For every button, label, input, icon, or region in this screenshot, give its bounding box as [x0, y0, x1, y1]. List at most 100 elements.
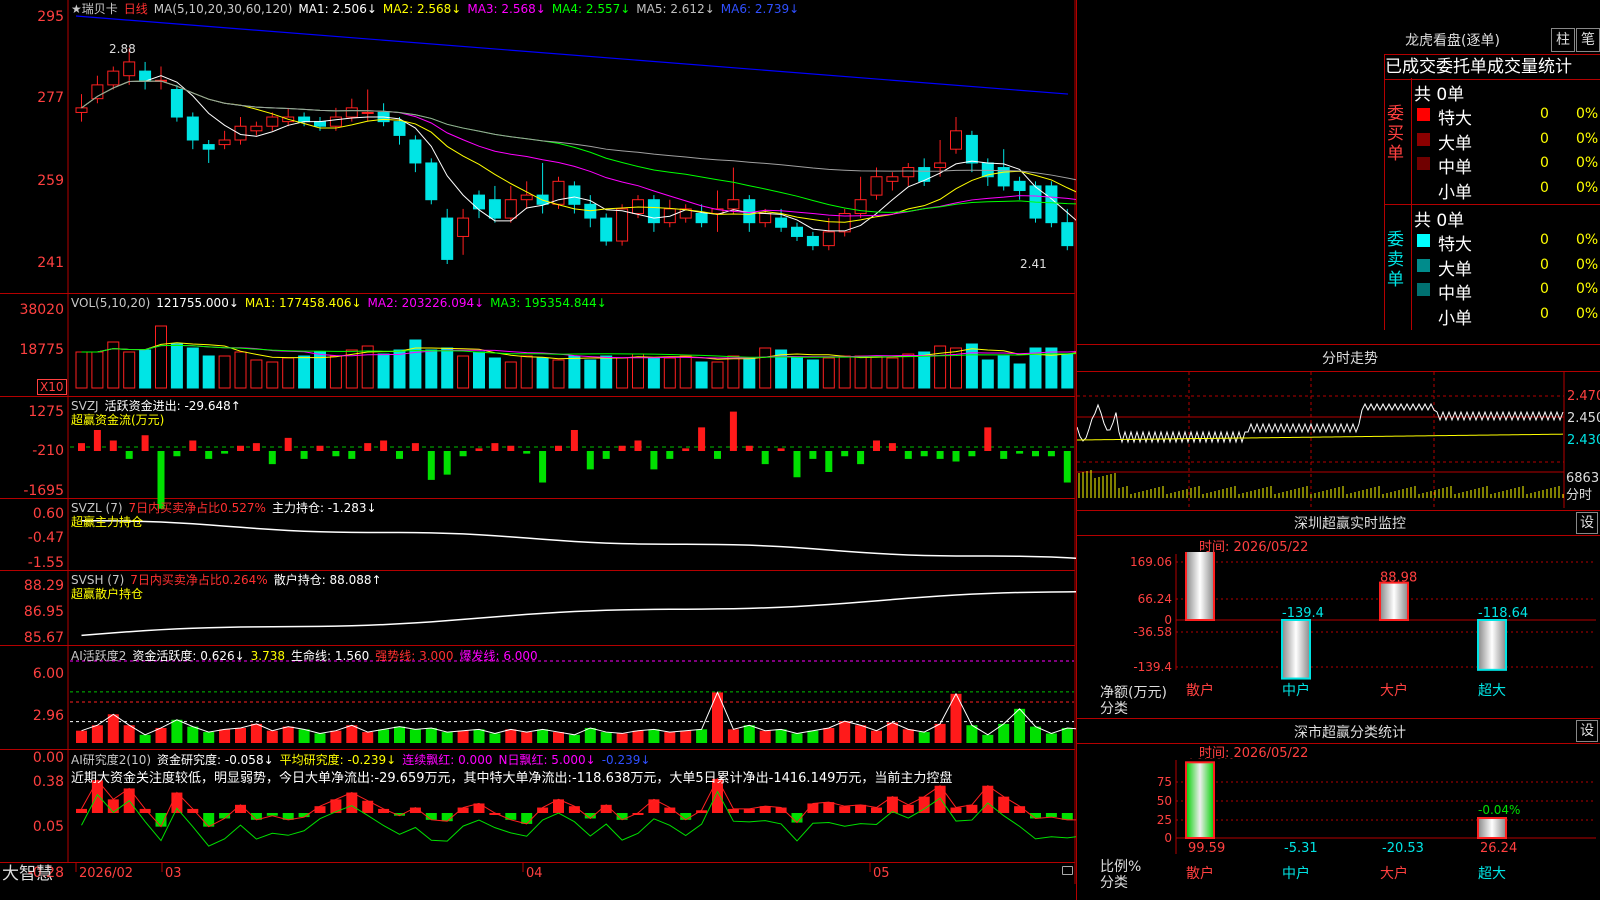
stock-name[interactable]: 瑞贝卡 — [82, 2, 118, 16]
star-icon[interactable]: ★ — [71, 2, 82, 16]
candle — [107, 70, 120, 86]
volume-bar — [600, 355, 613, 389]
category-bar — [1185, 552, 1215, 622]
sz-monitor-settings-button[interactable]: 设 — [1576, 512, 1598, 534]
ai1-bar — [807, 730, 819, 743]
ma2-value: MA2: 2.568↓ — [382, 2, 462, 16]
candle — [504, 199, 517, 219]
brand-logo[interactable]: 大智慧 — [2, 864, 53, 884]
ai1-bar — [505, 729, 517, 743]
price-candles[interactable] — [75, 48, 1076, 264]
svzj-bar — [348, 451, 356, 459]
volume-bar — [123, 351, 136, 389]
volume-bar — [822, 357, 835, 389]
svzl-holding: 主力持仓: -1.283↓ — [271, 501, 377, 515]
svzj-title: SVZJ 活跃资金进出: -29.648↑ — [71, 399, 247, 413]
intraday-price-line — [1077, 402, 1564, 444]
category-label: 散户 — [1186, 865, 1214, 882]
svzj-bar — [523, 451, 531, 454]
svzj-bars[interactable] — [70, 411, 1076, 509]
lock-icon[interactable] — [1062, 866, 1073, 875]
candle — [806, 235, 819, 247]
candle — [488, 199, 501, 219]
svzj-bar — [300, 451, 308, 459]
volume-bar — [441, 347, 454, 389]
ai1-name[interactable]: AI活跃度2 — [71, 649, 126, 663]
svzl-line — [81, 519, 1076, 559]
svzj-bar — [507, 445, 515, 451]
main-chart-area[interactable]: 2.88 2.41 — [0, 0, 1076, 884]
svzj-bar — [141, 435, 149, 451]
svsh-name[interactable]: SVSH (7) — [71, 573, 124, 587]
ai2-name[interactable]: AI研究度2(10) — [71, 753, 151, 767]
ai2-bar — [314, 806, 326, 813]
price-low-label: 2.41 — [1020, 257, 1047, 271]
volume-bar — [409, 339, 422, 389]
ytick: 0.05 — [32, 819, 64, 835]
volume-bar — [329, 355, 342, 389]
ai1-bar — [775, 729, 787, 743]
ai1-bar — [600, 732, 612, 743]
period-label[interactable]: 日线 — [124, 2, 148, 16]
volume-bar — [91, 351, 104, 389]
svzl-line[interactable] — [81, 519, 1077, 560]
dragon-tiger-title-text: 龙虎看盘(逐单) — [1405, 33, 1500, 49]
svzj-bar — [78, 443, 85, 451]
candle — [186, 116, 199, 141]
bar-mode-button[interactable]: 柱 — [1551, 28, 1575, 52]
category-label: 超大 — [1478, 683, 1506, 699]
vol-name[interactable]: VOL(5,10,20) — [71, 296, 150, 310]
svzj-bar — [714, 451, 721, 459]
svzj-bar — [825, 451, 833, 473]
ai1-bar — [1045, 733, 1057, 743]
volume-bar — [393, 349, 406, 389]
svzj-bar — [316, 445, 324, 451]
ai1-bar — [584, 727, 596, 743]
category-bar — [1185, 761, 1215, 839]
ai1-bar — [839, 721, 851, 743]
intraday-grid — [1077, 372, 1564, 508]
ai1-d: 强势线: 3.000 — [375, 649, 454, 663]
ai1-e: 爆发线: 6.000 — [459, 649, 538, 663]
order-pct: 0% — [1576, 179, 1599, 196]
volume-bar — [170, 343, 183, 389]
sz-stats-chart[interactable]: 75 50 25 0 99.59 +0.06% 散户 -5.31 中户 -20.53 大户 26.24… — [1076, 758, 1600, 900]
svzl-ratio: 7日内买卖净占比0.527% — [128, 501, 266, 515]
volume-bar — [711, 361, 724, 389]
ma6-line — [75, 15, 1069, 95]
order-count: 0 — [1540, 179, 1549, 196]
ai2-bars[interactable] — [76, 777, 1076, 847]
ai1-bar — [823, 727, 835, 743]
svzj-bar — [618, 445, 626, 451]
svzj-name[interactable]: SVZJ — [71, 399, 99, 413]
ai1-bar — [1030, 726, 1041, 743]
ai1-bars[interactable] — [70, 660, 1076, 743]
svzj-bar — [920, 451, 928, 457]
ai1-bar — [203, 732, 215, 743]
svzj-bar — [1016, 451, 1024, 454]
svzl-title: SVZL (7) 7日内买卖净占比0.527% 主力持仓: -1.283↓ — [71, 501, 383, 515]
dragon-tiger-title: 龙虎看盘(逐单) — [1076, 30, 1500, 50]
volume-bars[interactable] — [75, 325, 1076, 389]
volume-bar — [838, 355, 851, 389]
volume-bar — [377, 353, 390, 389]
volume-bar — [504, 361, 517, 389]
svzl-name[interactable]: SVZL (7) — [71, 501, 123, 515]
ytick: 0.60 — [32, 506, 64, 522]
sz-stats-settings-button[interactable]: 设 — [1576, 720, 1598, 742]
svsh-line[interactable] — [81, 591, 1077, 637]
svzj-metric: 活跃资金进出: -29.648↑ — [104, 399, 241, 413]
ai1-bar — [743, 725, 755, 743]
sell-label: 委卖单 — [1387, 230, 1404, 290]
tick-mode-button[interactable]: 笔 — [1576, 28, 1600, 52]
ai1-bar — [568, 734, 580, 743]
category-label: 大户 — [1380, 865, 1408, 882]
ytick: 50 — [1157, 794, 1172, 808]
volume-bar — [1013, 363, 1026, 389]
intraday-chart[interactable]: 2.470 2.450 2.430 6863 分时 — [1077, 372, 1600, 510]
sell-total: 共 0单 — [1414, 211, 1465, 231]
ai2-bar — [346, 792, 358, 813]
sz-stats-title: 深市超赢分类统计 — [1294, 725, 1406, 741]
bar-value-label: -118.64 — [1478, 606, 1528, 621]
candle — [234, 125, 247, 141]
